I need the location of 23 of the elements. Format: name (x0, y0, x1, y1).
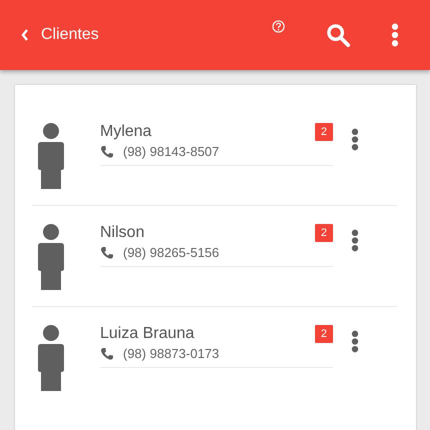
more-icon[interactable] (351, 330, 359, 353)
more-icon[interactable] (391, 23, 399, 47)
back-icon[interactable] (21, 29, 29, 41)
person-icon (38, 123, 64, 189)
phone-number: (98) 98265-5156 (123, 245, 220, 260)
phone-icon (100, 246, 114, 260)
phone-icon (100, 346, 114, 360)
count-badge: 2 (314, 123, 333, 141)
phone-icon (100, 144, 114, 158)
phone-number: (98) 98873-0173 (123, 346, 220, 361)
client-name: Mylena (100, 123, 152, 141)
more-icon[interactable] (351, 229, 359, 252)
person-icon (38, 325, 64, 391)
person-icon (38, 224, 64, 290)
phone-number: (98) 98143-8507 (123, 144, 220, 159)
count-badge: 2 (314, 224, 333, 242)
count-badge: 2 (314, 325, 333, 343)
help-icon[interactable] (272, 20, 285, 33)
more-icon[interactable] (351, 128, 359, 151)
search-icon[interactable] (326, 22, 351, 48)
app-title: Clientes (41, 26, 99, 44)
client-name: Luiza Brauna (100, 325, 194, 343)
client-name: Nilson (100, 224, 144, 242)
